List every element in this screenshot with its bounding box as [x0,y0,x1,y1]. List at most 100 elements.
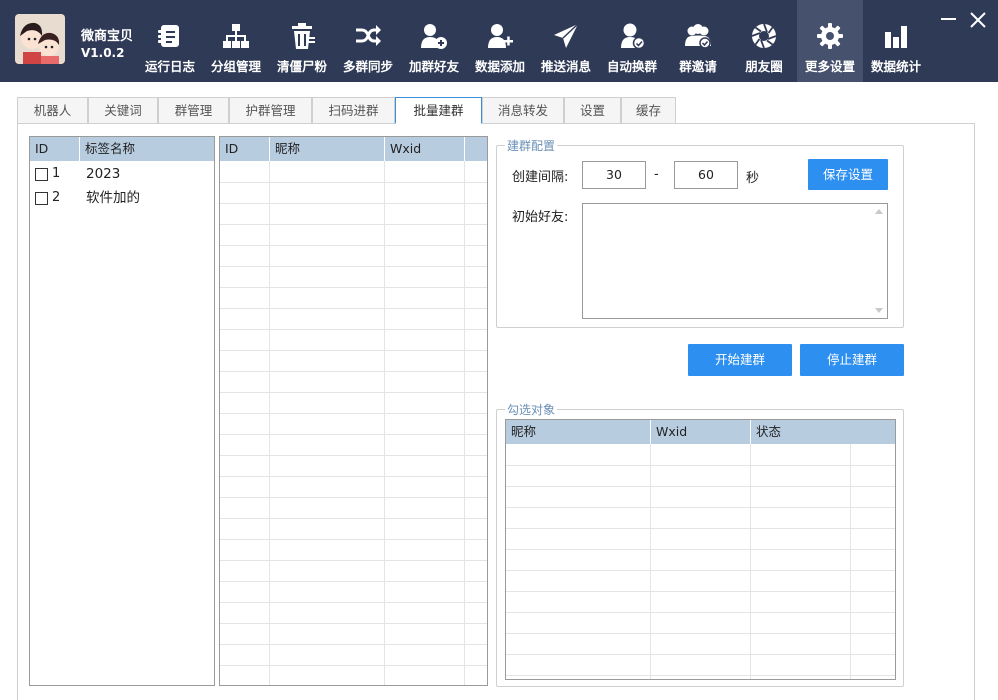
column-header-tag-name[interactable]: 标签名称 [80,137,214,161]
tab-group-protect[interactable]: 护群管理 [229,97,312,123]
grid-row-line [220,203,487,204]
aperture-icon [751,23,777,49]
scroll-down-icon[interactable] [875,308,883,313]
tab-keywords[interactable]: 关键词 [88,97,158,123]
gear-icon [817,23,843,49]
save-settings-button[interactable]: 保存设置 [808,159,888,190]
tab-robot[interactable]: 机器人 [17,97,88,123]
grid-row-line [506,654,895,655]
toolbar-group-manage[interactable]: 分组管理 [203,0,269,82]
grid-row-line [220,308,487,309]
toolbar-clean-zombie[interactable]: 清僵尸粉 [269,0,335,82]
tags-table[interactable]: ID 标签名称 1 2023 2 软件加的 [29,136,215,686]
tab-scan-join[interactable]: 扫码进群 [312,97,395,123]
grid-row-line [506,570,895,571]
selected-table[interactable]: 昵称 Wxid 状态 [505,419,896,680]
grid-row-line [220,245,487,246]
row-checkbox[interactable] [35,168,48,181]
column-header-status[interactable]: 状态 [751,420,895,444]
bar-chart-icon [885,26,907,48]
grid-row-line [220,623,487,624]
selected-legend: 勾选对象 [505,401,558,418]
grid-row-line [220,266,487,267]
toolbar-label: 朋友圈 [745,59,783,74]
table-header: 昵称 Wxid 状态 [506,420,895,444]
toolbar-label: 清僵尸粉 [276,59,327,74]
content-border [17,123,18,700]
grid-row-line [220,455,487,456]
app-name: 微商宝贝 [81,29,134,44]
toolbar-data-stats[interactable]: 数据统计 [863,0,929,82]
toolbar-label: 自动换群 [606,59,657,74]
toolbar-data-add[interactable]: 数据添加 [467,0,533,82]
stop-create-button[interactable]: 停止建群 [800,344,904,376]
grid-row-line [220,560,487,561]
interval-separator: - [654,167,659,182]
toolbar-label: 更多设置 [804,59,855,74]
grid-row-line [220,434,487,435]
tab-cache[interactable]: 缓存 [621,97,676,123]
column-header-nickname[interactable]: 昵称 [270,137,385,161]
column-header-wxid[interactable]: Wxid [385,137,465,161]
toolbar-add-group-friend[interactable]: 加群好友 [401,0,467,82]
toolbar-more-settings[interactable]: 更多设置 [797,0,863,82]
grid-row-line [506,528,895,529]
start-create-button[interactable]: 开始建群 [688,344,792,376]
row-id: 2 [52,190,61,205]
tab-group-manage[interactable]: 群管理 [158,97,229,123]
toolbar-run-log[interactable]: 运行日志 [137,0,203,82]
toolbar-label: 群邀请 [679,59,717,74]
column-header-id[interactable]: ID [30,137,80,161]
grid-row-line [220,287,487,288]
tab-batch-create[interactable]: 批量建群 [395,97,482,124]
interval-min-input[interactable]: 30 [582,161,646,189]
close-icon[interactable] [968,10,988,30]
grid-row-line [506,507,895,508]
toolbar-label: 数据添加 [474,59,525,74]
config-legend: 建群配置 [505,137,558,154]
toolbar-push-message[interactable]: 推送消息 [533,0,599,82]
grid-row-line [220,602,487,603]
column-header-wxid[interactable]: Wxid [651,420,751,444]
grid-row-line [220,182,487,183]
row-checkbox[interactable] [35,192,48,205]
grid-row-line [220,539,487,540]
grid-row-line [506,486,895,487]
friends-table[interactable]: ID 昵称 Wxid [219,136,488,686]
grid-row-line [220,665,487,666]
grid-row-line [506,675,895,676]
interval-unit: 秒 [746,171,760,186]
grid-row-line [506,612,895,613]
tab-message-forward[interactable]: 消息转发 [482,97,564,123]
column-header-id[interactable]: ID [220,137,270,161]
grid-row-line [506,549,895,550]
interval-label: 创建间隔: [512,170,569,185]
top-toolbar: 微商宝贝 V1.0.2 运行日志 分组管理 清僵尸粉 多群同步 加群好友 数据添… [0,0,998,82]
toolbar-auto-switch-group[interactable]: 自动换群 [599,0,665,82]
table-row[interactable]: 2 软件加的 [30,186,214,210]
tab-divider [17,123,975,124]
toolbar-group-invite[interactable]: 群邀请 [665,0,731,82]
toolbar-label: 数据统计 [870,59,921,74]
table-row[interactable]: 1 2023 [30,162,214,186]
content-border [974,123,975,700]
org-chart-icon [223,24,249,48]
scroll-up-icon[interactable] [875,209,883,214]
trash-icon [292,23,315,49]
grid-row-line [220,329,487,330]
tab-settings[interactable]: 设置 [564,97,621,123]
minimize-icon[interactable] [938,10,958,30]
column-header-nickname[interactable]: 昵称 [506,420,651,444]
toolbar-multi-sync[interactable]: 多群同步 [335,0,401,82]
grid-row-line [220,497,487,498]
toolbar-moments[interactable]: 朋友圈 [731,0,797,82]
grid-row-line [220,644,487,645]
grid-row-line [220,350,487,351]
grid-row-line [220,224,487,225]
initial-friends-textarea[interactable] [582,203,888,319]
initial-friends-label: 初始好友: [512,210,569,225]
grid-row-line [220,392,487,393]
group-invite-icon [685,24,711,49]
interval-max-input[interactable]: 60 [674,161,738,189]
row-id: 1 [52,166,61,181]
